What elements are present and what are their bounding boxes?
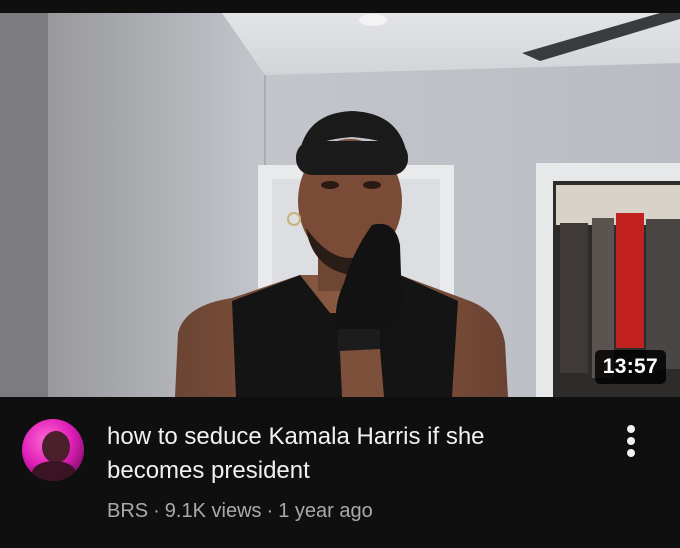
avatar-image bbox=[22, 419, 84, 481]
upload-age: 1 year ago bbox=[278, 500, 373, 522]
channel-avatar[interactable] bbox=[22, 419, 84, 481]
thumbnail-image bbox=[0, 13, 680, 397]
channel-name[interactable]: BRS bbox=[107, 500, 148, 522]
more-vert-icon[interactable] bbox=[614, 421, 648, 461]
view-count: 9.1K views bbox=[164, 500, 262, 522]
video-metadata: BRS · 9.1K views · 1 year ago bbox=[107, 498, 373, 524]
meta-separator: · bbox=[266, 500, 274, 522]
status-bar bbox=[0, 0, 680, 13]
kebab-dot bbox=[627, 425, 635, 433]
video-thumbnail[interactable]: 13:57 bbox=[0, 13, 680, 397]
video-duration-badge: 13:57 bbox=[594, 350, 666, 384]
kebab-dot bbox=[627, 449, 635, 457]
meta-separator: · bbox=[153, 500, 160, 522]
kebab-dot bbox=[627, 437, 635, 445]
video-info: how to seduce Kamala Harris if she becom… bbox=[0, 397, 680, 548]
video-title[interactable]: how to seduce Kamala Harris if she becom… bbox=[107, 420, 577, 488]
